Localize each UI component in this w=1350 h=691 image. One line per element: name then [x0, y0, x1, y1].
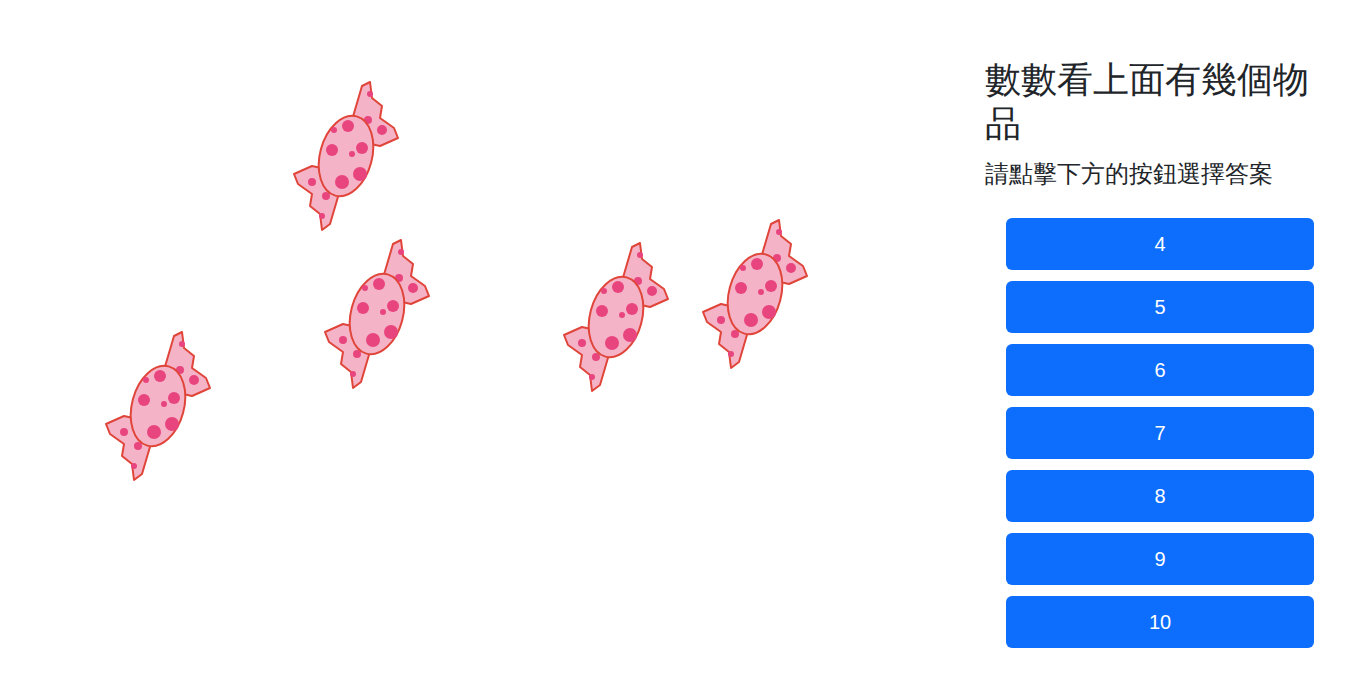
candy-icon: [321, 236, 433, 392]
question-subtitle: 請點擊下方的按鈕選擇答案: [985, 158, 1350, 190]
candy-icon: [699, 216, 811, 372]
candy-icon: [560, 239, 672, 395]
candy-item: [699, 216, 811, 372]
candy-item: [560, 239, 672, 395]
answer-button[interactable]: 9: [1006, 533, 1314, 585]
answer-list: 4 5 6 7 8 9 10: [1006, 218, 1314, 648]
answer-button[interactable]: 5: [1006, 281, 1314, 333]
answer-button[interactable]: 8: [1006, 470, 1314, 522]
candy-item: [321, 236, 433, 392]
item-canvas: [0, 0, 985, 691]
candy-item: [102, 328, 214, 484]
question-panel: 數數看上面有幾個物品請點擊下方的按鈕選擇答案 4 5 6 7 8 9 10: [985, 0, 1350, 691]
answer-button[interactable]: 6: [1006, 344, 1314, 396]
answer-button[interactable]: 10: [1006, 596, 1314, 648]
answer-button[interactable]: 7: [1006, 407, 1314, 459]
answer-button[interactable]: 4: [1006, 218, 1314, 270]
candy-icon: [290, 78, 402, 234]
question-title: 數數看上面有幾個物品: [985, 58, 1340, 146]
candy-icon: [102, 328, 214, 484]
counting-game: 數數看上面有幾個物品請點擊下方的按鈕選擇答案 4 5 6 7 8 9 10: [0, 0, 1350, 691]
candy-item: [290, 78, 402, 234]
